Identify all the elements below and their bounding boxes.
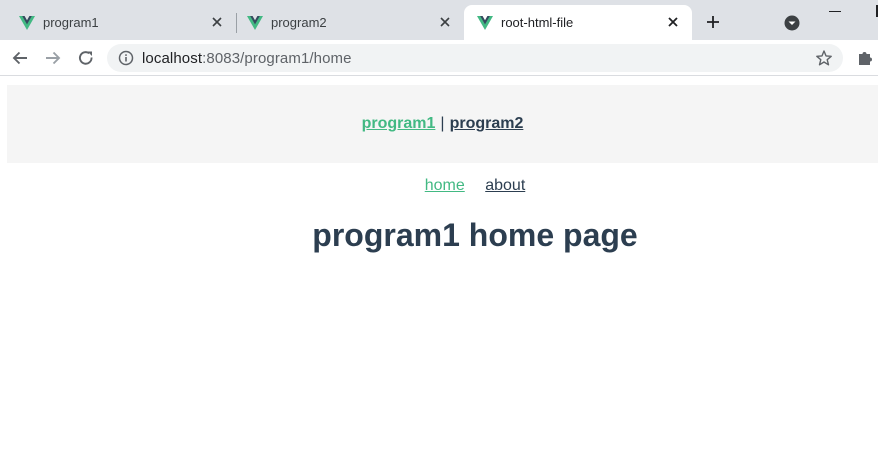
- tab-title: root-html-file: [501, 15, 574, 30]
- address-bar[interactable]: localhost:8083/program1/home: [107, 44, 843, 72]
- forward-arrow-icon[interactable]: [44, 49, 62, 67]
- about-link[interactable]: about: [485, 177, 525, 194]
- vue-logo-icon: [477, 15, 493, 30]
- tab-program2[interactable]: program2: [228, 5, 464, 40]
- vue-logo-icon: [19, 15, 35, 30]
- back-arrow-icon[interactable]: [11, 49, 29, 67]
- plus-icon[interactable]: [704, 13, 722, 31]
- minimize-button[interactable]: [829, 11, 841, 12]
- browser-toolbar: localhost:8083/program1/home: [0, 40, 878, 76]
- tab-strip: program1 program2 root-html-file: [0, 0, 878, 40]
- star-icon[interactable]: [815, 49, 833, 67]
- page-title: program1 home page: [312, 217, 638, 253]
- tab-root-html-file[interactable]: root-html-file: [464, 5, 692, 40]
- puzzle-icon[interactable]: [856, 49, 874, 67]
- page-content: program1 | program2 home about program1 …: [0, 77, 878, 454]
- tab-search-icon[interactable]: [784, 15, 800, 31]
- program2-link[interactable]: program2: [450, 115, 524, 133]
- close-icon[interactable]: [666, 15, 680, 29]
- program-nav: program1 | program2: [7, 85, 878, 163]
- close-icon[interactable]: [438, 15, 452, 29]
- route-nav: home about: [0, 177, 878, 195]
- program1-link[interactable]: program1: [362, 115, 436, 133]
- tab-program1[interactable]: program1: [0, 5, 236, 40]
- info-icon[interactable]: [118, 50, 134, 66]
- tab-title: program2: [271, 15, 327, 30]
- reload-icon[interactable]: [77, 49, 95, 67]
- vue-logo-icon: [247, 15, 263, 30]
- url-host: localhost: [142, 50, 203, 67]
- home-link[interactable]: home: [425, 177, 465, 194]
- close-icon[interactable]: [210, 15, 224, 29]
- tab-title: program1: [43, 15, 99, 30]
- url-text[interactable]: localhost:8083/program1/home: [142, 50, 352, 67]
- nav-separator: |: [440, 115, 445, 132]
- url-path: :8083/program1/home: [202, 50, 352, 67]
